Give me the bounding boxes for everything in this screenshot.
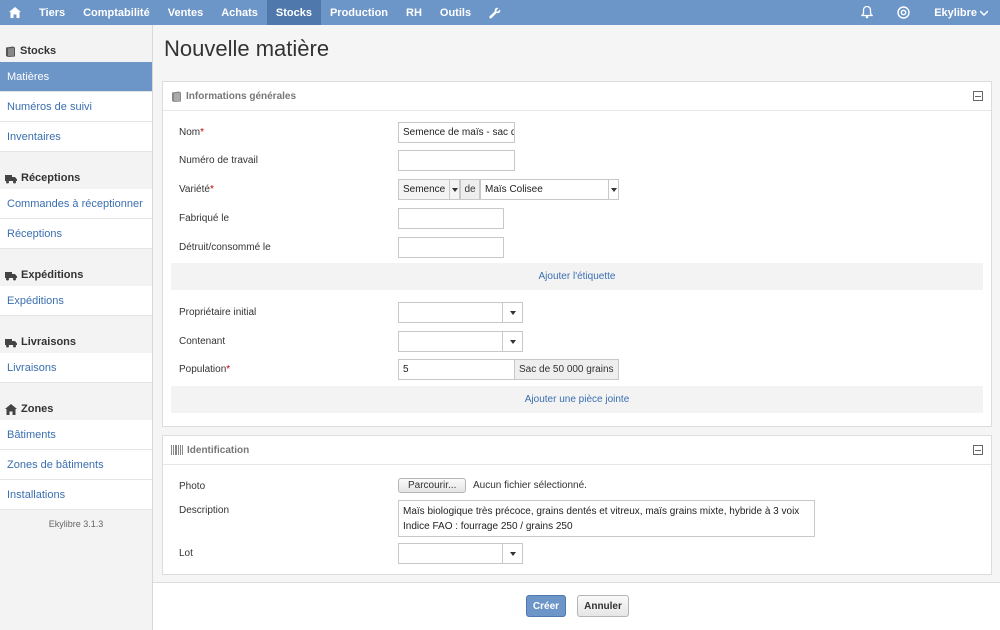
bell-icon[interactable] bbox=[849, 0, 885, 25]
general-info-title: Informations générales bbox=[186, 90, 297, 102]
sidebar-section-receptions: Réceptions bbox=[0, 152, 152, 189]
nav-achats[interactable]: Achats bbox=[212, 0, 267, 25]
user-menu[interactable]: Ekylibre bbox=[922, 0, 1000, 25]
initial-owner-select[interactable] bbox=[398, 302, 523, 323]
nav-outils[interactable]: Outils bbox=[431, 0, 480, 25]
truck-icon bbox=[5, 272, 17, 281]
sidebar-item-inventaires[interactable]: Inventaires bbox=[0, 122, 152, 152]
work-number-field[interactable] bbox=[398, 150, 515, 171]
work-number-label: Numéro de travail bbox=[179, 155, 258, 166]
variety-de-label: de bbox=[460, 179, 480, 200]
chevron-down-icon bbox=[502, 544, 522, 563]
version-label: Ekylibre 3.1.3 bbox=[48, 519, 104, 529]
create-button[interactable]: Créer bbox=[526, 595, 566, 617]
sidebar-item-numeros-de-suivi[interactable]: Numéros de suivi bbox=[0, 92, 152, 122]
browse-button[interactable]: Parcourir... bbox=[398, 478, 467, 493]
nav-ventes[interactable]: Ventes bbox=[159, 0, 212, 25]
home-icon bbox=[5, 404, 17, 415]
collapse-icon[interactable] bbox=[973, 445, 983, 455]
add-attachment-link[interactable]: Ajouter une pièce jointe bbox=[171, 386, 983, 413]
book-icon bbox=[172, 91, 181, 102]
nav-tiers[interactable]: Tiers bbox=[30, 0, 74, 25]
sidebar-item-installations[interactable]: Installations bbox=[0, 480, 152, 510]
sidebar-item-receptions[interactable]: Réceptions bbox=[0, 219, 152, 249]
sidebar-item-batiments[interactable]: Bâtiments bbox=[0, 420, 152, 450]
truck-icon bbox=[5, 339, 17, 348]
sidebar-section-stocks: Stocks bbox=[0, 25, 152, 62]
book-icon bbox=[6, 46, 15, 57]
main-content: Nouvelle matière Informations générales … bbox=[153, 25, 1000, 630]
sidebar-item-expeditions[interactable]: Expéditions bbox=[0, 286, 152, 316]
population-field[interactable]: 5 bbox=[398, 359, 515, 380]
user-name: Ekylibre bbox=[934, 6, 977, 19]
lot-select[interactable] bbox=[398, 543, 523, 564]
nav-rh[interactable]: RH bbox=[397, 0, 431, 25]
description-line-1: Maïs biologique très précoce, grains den… bbox=[403, 506, 800, 517]
chevron-down-icon bbox=[980, 9, 988, 16]
sidebar-item-commandes-a-receptionner[interactable]: Commandes à réceptionner bbox=[0, 189, 152, 219]
sidebar-item-matieres[interactable]: Matières bbox=[0, 62, 152, 92]
dead-at-field[interactable] bbox=[398, 237, 504, 258]
page-title: Nouvelle matière bbox=[164, 36, 330, 61]
top-navbar: Tiers Comptabilité Ventes Achats Stocks … bbox=[0, 0, 1000, 25]
collapse-icon[interactable] bbox=[973, 91, 983, 101]
description-line-2: Indice FAO : fourrage 250 / grains 250 bbox=[403, 521, 573, 532]
chevron-down-icon bbox=[502, 332, 522, 351]
truck-icon bbox=[5, 175, 17, 184]
sidebar-section-expeditions: Expéditions bbox=[0, 249, 152, 286]
sidebar: Stocks Matières Numéros de suivi Inventa… bbox=[0, 25, 153, 630]
container-select[interactable] bbox=[398, 331, 523, 352]
born-at-label: Fabriqué le bbox=[179, 213, 230, 224]
photo-label: Photo bbox=[179, 481, 206, 492]
container-label: Contenant bbox=[179, 336, 226, 347]
population-unit: Sac de 50 000 grains bbox=[514, 359, 619, 380]
identification-panel: Identification Photo Parcourir... Aucun … bbox=[162, 435, 992, 575]
chevron-down-icon bbox=[502, 303, 522, 322]
nav-stocks[interactable]: Stocks bbox=[266, 0, 321, 25]
wrench-icon[interactable] bbox=[480, 0, 510, 25]
no-file-text: Aucun fichier sélectionné. bbox=[473, 480, 587, 491]
sidebar-section-zones: Zones bbox=[0, 383, 152, 420]
dead-at-label: Détruit/consommé le bbox=[179, 242, 271, 253]
variety-label: Variété* bbox=[179, 184, 214, 195]
nav-comptabilite[interactable]: Comptabilité bbox=[74, 0, 159, 25]
nav-production[interactable]: Production bbox=[321, 0, 397, 25]
description-field[interactable]: Maïs biologique très précoce, grains den… bbox=[398, 500, 815, 537]
variety-type-select[interactable]: Semence bbox=[398, 179, 460, 200]
sidebar-item-zones-de-batiments[interactable]: Zones de bâtiments bbox=[0, 450, 152, 480]
name-label: Nom* bbox=[179, 127, 205, 138]
general-info-panel: Informations générales Nom* Semence de m… bbox=[162, 81, 992, 427]
add-label-link[interactable]: Ajouter l'étiquette bbox=[171, 263, 983, 290]
variety-select[interactable]: Maïs Colisee bbox=[480, 179, 619, 200]
born-at-field[interactable] bbox=[398, 208, 504, 229]
home-icon[interactable] bbox=[0, 0, 30, 25]
cancel-button[interactable]: Annuler bbox=[577, 595, 629, 617]
chevron-down-icon bbox=[449, 180, 459, 199]
description-label: Description bbox=[179, 505, 230, 516]
name-field[interactable]: Semence de maïs - sac de 5 bbox=[398, 122, 515, 143]
sidebar-section-livraisons: Livraisons bbox=[0, 316, 152, 353]
sidebar-item-livraisons[interactable]: Livraisons bbox=[0, 353, 152, 383]
lot-label: Lot bbox=[179, 548, 193, 559]
general-info-header: Informations générales bbox=[163, 82, 991, 111]
identification-title: Identification bbox=[187, 444, 250, 456]
form-actions: Créer Annuler bbox=[153, 582, 1000, 630]
identification-header: Identification bbox=[163, 436, 991, 465]
barcode-icon bbox=[171, 445, 183, 455]
chevron-down-icon bbox=[608, 180, 618, 199]
population-label: Population* bbox=[179, 364, 231, 375]
initial-owner-label: Propriétaire initial bbox=[179, 307, 257, 318]
help-icon[interactable] bbox=[885, 0, 922, 25]
